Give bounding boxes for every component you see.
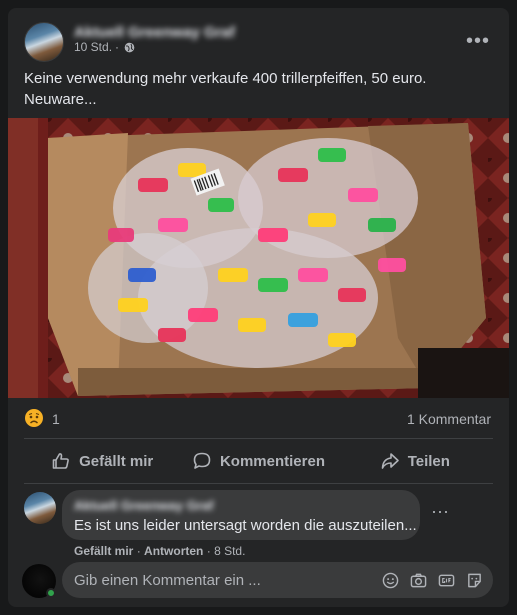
comment-actions: Gefällt mir · Antworten · 8 Std. (74, 544, 245, 558)
comment-text: Es ist uns leider untersagt worden die a… (74, 517, 417, 534)
divider (24, 438, 493, 439)
comment-author[interactable]: Aktuell Greenway Graf (74, 498, 408, 514)
post-photo[interactable] (8, 118, 509, 398)
comment-separator: · (206, 544, 211, 558)
globe-icon[interactable] (124, 42, 135, 53)
comment-like-link[interactable]: Gefällt mir (74, 544, 133, 558)
share-button[interactable]: Teilen (337, 442, 493, 480)
comment-input[interactable]: Gib einen Kommentar ein ... (62, 562, 493, 598)
author-name[interactable]: Aktuell Greenway Graf (74, 24, 235, 41)
like-label: Gefällt mir (79, 452, 154, 470)
reaction-count[interactable]: 1 (52, 411, 60, 427)
post-actions: Gefällt mir Kommentieren Teilen (24, 442, 493, 480)
commenter-avatar[interactable] (24, 492, 56, 524)
post-more-button[interactable]: ••• (463, 26, 493, 56)
like-button[interactable]: Gefällt mir (24, 442, 180, 480)
share-arrow-icon (381, 453, 399, 469)
post-time[interactable]: 10 Std. (74, 40, 112, 54)
post-card: Aktuell Greenway Graf 10 Std. · ••• Kein… (8, 8, 509, 607)
camera-icon[interactable] (409, 571, 427, 589)
share-label: Teilen (407, 452, 450, 470)
gif-icon[interactable] (437, 571, 455, 589)
divider (24, 483, 493, 484)
photo-illustration (8, 118, 509, 398)
comment-reply-link[interactable]: Antworten (144, 544, 203, 558)
emoji-icon[interactable] (381, 571, 399, 589)
post-meta: 10 Std. · (74, 40, 135, 54)
comment-time[interactable]: 8 Std. (214, 544, 245, 558)
thumbs-up-icon (52, 453, 69, 469)
meta-separator: · (115, 40, 120, 54)
composer-icons (381, 571, 493, 589)
comment-label: Kommentieren (219, 452, 325, 470)
comment-bubble: Aktuell Greenway Graf Es ist uns leider … (62, 490, 420, 540)
comment-separator: · (136, 544, 141, 558)
more-icon: ••• (465, 29, 490, 52)
online-status-dot (46, 588, 56, 598)
comment-button[interactable]: Kommentieren (180, 442, 336, 480)
sad-reaction-icon[interactable] (24, 408, 44, 428)
sticker-icon[interactable] (465, 571, 483, 589)
author-avatar[interactable] (24, 22, 64, 62)
comment-input-placeholder: Gib einen Kommentar ein ... (74, 571, 261, 589)
comment-more-button[interactable]: ··· (428, 502, 452, 524)
comment-count[interactable]: 1 Kommentar (407, 411, 491, 427)
comment-bubble-icon (193, 452, 211, 469)
post-text: Keine verwendung mehr verkaufe 400 trill… (24, 70, 427, 108)
